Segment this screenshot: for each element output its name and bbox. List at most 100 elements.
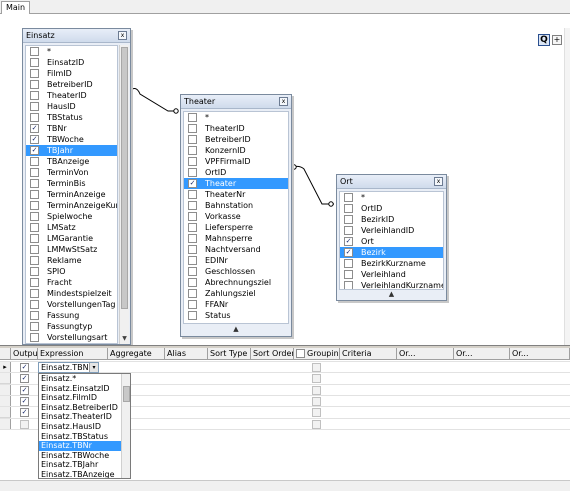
dropdown-item[interactable]: Einsatz.TBJahr	[39, 460, 130, 470]
grouping-checkbox[interactable]	[312, 396, 321, 406]
field-row[interactable]: TerminVon	[26, 167, 117, 178]
field-checkbox[interactable]	[30, 80, 39, 89]
grouping-checkbox[interactable]	[312, 374, 321, 384]
scroll-up-icon[interactable]: ▲	[183, 325, 289, 335]
field-row[interactable]: VerleihlandKurzname	[340, 280, 443, 289]
scroll-down-icon[interactable]: ▼	[120, 334, 129, 343]
field-checkbox[interactable]	[188, 201, 197, 210]
field-checkbox[interactable]	[344, 270, 353, 279]
field-checkbox[interactable]: ✓	[30, 124, 39, 133]
field-row[interactable]: LMGarantie	[26, 233, 117, 244]
field-checkbox[interactable]: ✓	[344, 237, 353, 246]
dropdown-item[interactable]: Einsatz.TheaterID	[39, 412, 130, 422]
field-row[interactable]: TheaterID	[184, 123, 288, 134]
field-checkbox[interactable]	[344, 281, 353, 289]
tab-main[interactable]: Main	[1, 1, 31, 14]
col-criteria[interactable]: Criteria	[340, 348, 397, 360]
col-grouping[interactable]: Grouping	[294, 348, 340, 360]
field-row[interactable]: Vorkasse	[184, 211, 288, 222]
dropdown-item[interactable]: Einsatz.EinsatzID	[39, 384, 130, 394]
field-checkbox[interactable]	[30, 245, 39, 254]
field-checkbox[interactable]	[30, 58, 39, 67]
scroll-up-icon[interactable]: ▲	[339, 290, 444, 300]
field-checkbox[interactable]	[344, 193, 353, 202]
field-row[interactable]: Fassungtyp	[26, 321, 117, 332]
grouping-checkbox[interactable]	[312, 408, 321, 418]
field-checkbox[interactable]	[188, 223, 197, 232]
field-row[interactable]: LMSatz	[26, 222, 117, 233]
table-einsatz[interactable]: Einsatz x * EinsatzID FilmID BetreiberID The…	[22, 28, 131, 345]
table-ort-header[interactable]: Ort x	[337, 175, 446, 189]
field-row[interactable]: Liefersperre	[184, 222, 288, 233]
col-or-1[interactable]: Or...	[397, 348, 454, 360]
field-checkbox[interactable]	[30, 47, 39, 56]
field-row[interactable]: *	[26, 46, 117, 57]
field-checkbox[interactable]	[188, 278, 197, 287]
field-row[interactable]: TheaterID	[26, 90, 117, 101]
field-checkbox[interactable]	[30, 91, 39, 100]
field-checkbox[interactable]	[188, 146, 197, 155]
field-row[interactable]: BezirkID	[340, 214, 443, 225]
table-theater[interactable]: Theater x * TheaterID BetreiberID KonzernID…	[180, 94, 292, 337]
col-or-2[interactable]: Or...	[454, 348, 510, 360]
field-row[interactable]: VorstellungenTag	[26, 299, 117, 310]
diagram-scrollbar[interactable]	[564, 28, 570, 345]
field-row[interactable]: FFANr	[184, 299, 288, 310]
field-row[interactable]: OrtID	[184, 167, 288, 178]
field-row[interactable]: BetreiberID	[184, 134, 288, 145]
zoom-icon[interactable]: Q	[538, 34, 550, 46]
table-einsatz-scrollbar[interactable]: ▼	[119, 45, 129, 344]
output-checkbox[interactable]: ✓	[20, 374, 29, 384]
close-icon[interactable]: x	[279, 97, 288, 106]
dropdown-item[interactable]: Einsatz.TBStatus	[39, 432, 130, 442]
field-row[interactable]: *	[184, 112, 288, 123]
field-checkbox[interactable]	[30, 212, 39, 221]
grouping-checkbox[interactable]	[312, 385, 321, 395]
dropdown-scrollbar[interactable]	[121, 374, 130, 478]
close-icon[interactable]: x	[118, 31, 127, 40]
field-checkbox[interactable]	[188, 256, 197, 265]
dropdown-item[interactable]: Einsatz.FilmID	[39, 393, 130, 403]
col-aggregate[interactable]: Aggregate	[108, 348, 165, 360]
col-output[interactable]: Output	[11, 348, 38, 360]
field-row[interactable]: EinsatzID	[26, 57, 117, 68]
field-row[interactable]: Nachtversand	[184, 244, 288, 255]
table-theater-header[interactable]: Theater x	[181, 95, 291, 109]
field-checkbox[interactable]	[188, 267, 197, 276]
field-row[interactable]: TheaterNr	[184, 189, 288, 200]
chevron-down-icon[interactable]: ▾	[89, 363, 98, 372]
field-checkbox[interactable]: ✓	[30, 146, 39, 155]
query-diagram-pane[interactable]: Q + Einsatz x * EinsatzID FilmID BetreiberI…	[0, 14, 570, 345]
field-checkbox[interactable]	[30, 256, 39, 265]
scrollbar-thumb[interactable]	[123, 386, 130, 402]
field-checkbox[interactable]	[188, 300, 197, 309]
field-row[interactable]: VPFFirmaID	[184, 156, 288, 167]
field-checkbox[interactable]	[344, 215, 353, 224]
field-row[interactable]: Reklame	[26, 255, 117, 266]
field-row[interactable]: BetreiberID	[26, 79, 117, 90]
field-checkbox[interactable]	[30, 278, 39, 287]
field-row[interactable]: EDINr	[184, 255, 288, 266]
field-row[interactable]: Status	[184, 310, 288, 321]
field-checkbox[interactable]	[188, 311, 197, 320]
field-checkbox[interactable]	[188, 190, 197, 199]
output-checkbox[interactable]	[20, 419, 29, 429]
output-checkbox[interactable]: ✓	[20, 396, 29, 406]
field-checkbox[interactable]	[30, 223, 39, 232]
field-row[interactable]: TerminAnzeige	[26, 189, 117, 200]
col-sort-type[interactable]: Sort Type	[208, 348, 251, 360]
field-checkbox[interactable]	[30, 168, 39, 177]
expression-combo[interactable]: Einsatz.TBNr ▾	[38, 362, 99, 373]
field-row[interactable]: Geschlossen	[184, 266, 288, 277]
field-checkbox[interactable]	[188, 124, 197, 133]
col-sort-order[interactable]: Sort Order	[251, 348, 294, 360]
field-row[interactable]: Abrechnungsziel	[184, 277, 288, 288]
field-checkbox[interactable]	[188, 212, 197, 221]
col-or-3[interactable]: Or...	[510, 348, 570, 360]
field-row[interactable]: Fassung	[26, 310, 117, 321]
field-checkbox[interactable]	[30, 201, 39, 210]
field-checkbox[interactable]	[344, 226, 353, 235]
field-checkbox[interactable]	[30, 190, 39, 199]
field-row[interactable]: ✓ Bezirk	[340, 247, 443, 258]
field-checkbox[interactable]	[30, 113, 39, 122]
